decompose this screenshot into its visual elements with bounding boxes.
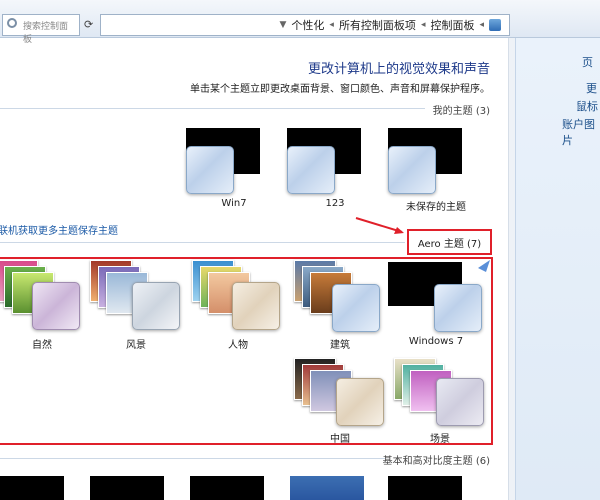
window-color-preview	[336, 378, 384, 426]
basic-theme-tile[interactable]	[0, 476, 64, 500]
window-color-preview	[332, 284, 380, 332]
basic-themes-header: 基本和高对比度主题 (6)	[382, 456, 490, 467]
task-pane: 页 更 鼠标 账户图片	[515, 38, 600, 500]
aero-themes-header: Aero 主题 (7)	[407, 229, 492, 255]
theme-label: 未保存的主题	[406, 202, 466, 213]
page-title: 更改计算机上的视觉效果和声音	[307, 62, 490, 77]
theme-tile-landscapes[interactable]: 风景	[88, 258, 184, 351]
window-color-preview	[436, 378, 484, 426]
search-icon	[7, 18, 17, 28]
theme-label: 自然	[32, 340, 52, 351]
window-color-preview	[232, 282, 280, 330]
theme-tile-windows7[interactable]: Windows 7	[388, 262, 484, 352]
divider	[0, 242, 405, 243]
window-color-preview	[434, 284, 482, 332]
search-placeholder: 搜索控制面板	[23, 22, 69, 45]
my-themes-header: 我的主题 (3)	[432, 106, 490, 117]
save-theme-link[interactable]: 保存主题	[78, 222, 118, 237]
chevron-right-icon: ◂	[329, 20, 334, 30]
breadcrumb-item-personalization[interactable]: 个性化	[291, 17, 324, 33]
theme-label: 中国	[330, 434, 350, 445]
theme-label: Windows 7	[408, 336, 464, 347]
breadcrumb-item-all-items[interactable]: 所有控制面板项	[339, 17, 416, 33]
theme-tile-123[interactable]: 123	[287, 128, 383, 218]
refresh-icon[interactable]: ⟳	[84, 18, 93, 31]
online-themes-link[interactable]: 联机获取更多主题	[0, 222, 78, 237]
task-link-home[interactable]: 页	[582, 54, 593, 70]
basic-theme-tile[interactable]	[190, 476, 264, 500]
theme-tile-china[interactable]: 中国	[292, 356, 388, 446]
task-link-change[interactable]: 更	[586, 80, 597, 96]
window-color-preview	[132, 282, 180, 330]
theme-label: 123	[325, 198, 345, 209]
theme-label: 风景	[126, 340, 146, 351]
theme-tile-nature[interactable]: 自然	[0, 258, 90, 351]
theme-label: 场景	[430, 434, 450, 445]
divider	[0, 458, 385, 459]
divider	[0, 108, 425, 109]
task-link-account-picture[interactable]: 账户图片	[562, 116, 600, 148]
basic-theme-tile[interactable]	[290, 476, 364, 500]
basic-theme-tile[interactable]	[388, 476, 462, 500]
breadcrumb-item-control-panel[interactable]: 控制面板	[430, 17, 474, 33]
theme-tile-unsaved[interactable]: 未保存的主题	[388, 128, 484, 218]
window-color-preview	[32, 282, 80, 330]
theme-tile-characters[interactable]: 人物	[190, 258, 286, 351]
theme-label: 建筑	[330, 340, 350, 351]
chevron-right-icon: ◂	[479, 20, 484, 30]
basic-theme-tile[interactable]	[90, 476, 164, 500]
breadcrumb: ▼ 个性化 ◂ 所有控制面板项 ◂ 控制面板 ◂	[100, 14, 510, 36]
theme-tile-scenes[interactable]: 场景	[392, 356, 488, 446]
search-input[interactable]: 搜索控制面板	[2, 14, 80, 45]
theme-label: Win7	[221, 198, 247, 209]
theme-label: 人物	[228, 340, 248, 351]
chevron-down-icon[interactable]: ▼	[279, 20, 286, 30]
chevron-right-icon: ◂	[420, 20, 426, 30]
window-color-preview	[186, 146, 234, 194]
scrollbar[interactable]	[508, 38, 515, 500]
address-bar: 搜索控制面板 ⟳ ▼ 个性化 ◂ 所有控制面板项 ◂ 控制面板 ◂	[0, 0, 600, 45]
page-description: 单击某个主题立即更改桌面背景、窗口颜色、声音和屏幕保护程序。	[190, 84, 490, 95]
control-panel-icon	[489, 19, 501, 31]
theme-tile-win7[interactable]: Win7	[186, 128, 282, 218]
window-color-preview	[388, 146, 436, 194]
window-color-preview	[287, 146, 335, 194]
theme-tile-architecture[interactable]: 建筑	[292, 258, 388, 351]
task-link-mouse[interactable]: 鼠标	[576, 98, 598, 114]
